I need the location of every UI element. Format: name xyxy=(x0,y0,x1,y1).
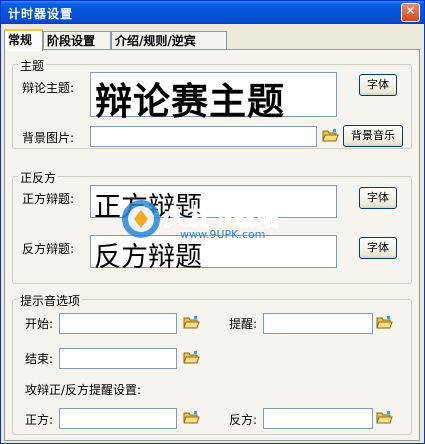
tab-intro-rules-label: 介绍/规则/逆宾 xyxy=(115,34,196,48)
pro-topic-value: 正方辩题 xyxy=(94,192,202,223)
remind-sound-input[interactable] xyxy=(263,313,373,334)
start-sound-label: 开始: xyxy=(25,317,54,331)
bg-image-input[interactable] xyxy=(90,126,317,147)
cross-pro-label: 正方: xyxy=(25,413,54,427)
bg-music-button-label: 背景音乐 xyxy=(351,129,395,142)
cross-exam-label: 攻辩正/反方提醒设置: xyxy=(25,383,142,397)
folder-open-icon[interactable] xyxy=(376,315,393,330)
bg-image-label: 背景图片: xyxy=(22,131,75,145)
pro-topic-input[interactable]: 正方辩题 xyxy=(90,185,337,223)
sound-options-group-legend: 提示音选项 xyxy=(18,292,83,309)
pro-font-button[interactable]: 字体 xyxy=(359,187,397,209)
topic-input[interactable]: 辩论赛主题 xyxy=(90,72,337,123)
folder-open-icon[interactable] xyxy=(183,410,200,425)
bg-music-button[interactable]: 背景音乐 xyxy=(343,125,403,147)
cross-con-label: 反方: xyxy=(229,413,258,427)
folder-open-icon[interactable] xyxy=(183,315,200,330)
sides-group-legend: 正反方 xyxy=(18,169,59,186)
sound-options-group: 提示音选项 开始: 提醒: 结束: 攻辩正/反方提醒设置: 正方: 反方: xyxy=(12,292,412,435)
theme-group: 主题 辩论主题: 辩论赛主题 字体 背景图片: 背景音乐 xyxy=(12,57,412,149)
con-font-button[interactable]: 字体 xyxy=(359,237,397,259)
folder-open-icon[interactable] xyxy=(322,128,339,143)
con-topic-input[interactable]: 反方辩题 xyxy=(90,235,337,273)
tab-general[interactable]: 常规 xyxy=(4,29,43,51)
start-sound-input[interactable] xyxy=(59,313,177,334)
remind-sound-label: 提醒: xyxy=(229,317,258,331)
con-font-button-label: 字体 xyxy=(367,241,389,254)
con-topic-value: 反方辩题 xyxy=(94,242,202,273)
topic-font-button[interactable]: 字体 xyxy=(359,74,397,96)
tab-stage-settings-label: 阶段设置 xyxy=(47,34,96,48)
con-topic-label: 反方辩题: xyxy=(22,242,75,256)
settings-window: 计时器设置 ✕ 常规 阶段设置 介绍/规则/逆宾 主题 辩论主题: 辩论赛主题 … xyxy=(0,0,425,444)
cross-pro-input[interactable] xyxy=(59,408,177,429)
title-bar[interactable]: 计时器设置 ✕ xyxy=(1,1,424,24)
topic-label: 辩论主题: xyxy=(22,81,75,95)
topic-font-button-label: 字体 xyxy=(367,78,389,91)
pro-font-button-label: 字体 xyxy=(367,191,389,204)
cross-con-input[interactable] xyxy=(263,408,373,429)
folder-open-icon[interactable] xyxy=(183,350,200,365)
tab-intro-rules[interactable]: 介绍/规则/逆宾 xyxy=(111,31,227,50)
end-sound-input[interactable] xyxy=(59,348,177,369)
folder-open-icon[interactable] xyxy=(376,410,393,425)
tab-stage-settings[interactable]: 阶段设置 xyxy=(43,31,111,50)
topic-value: 辩论赛主题 xyxy=(95,80,285,123)
sides-group: 正反方 正方辩题: 正方辩题 字体 反方辩题: 反方辩题 字体 xyxy=(12,169,412,284)
end-sound-label: 结束: xyxy=(25,352,54,366)
tab-panel-general: 主题 辩论主题: 辩论赛主题 字体 背景图片: 背景音乐 正反方 正方辩题: 正… xyxy=(4,49,420,441)
pro-topic-label: 正方辩题: xyxy=(22,192,75,206)
theme-group-legend: 主题 xyxy=(18,57,47,74)
close-button[interactable]: ✕ xyxy=(401,3,420,22)
tab-general-label: 常规 xyxy=(8,33,33,47)
window-title: 计时器设置 xyxy=(8,7,74,21)
close-icon: ✕ xyxy=(405,4,416,19)
